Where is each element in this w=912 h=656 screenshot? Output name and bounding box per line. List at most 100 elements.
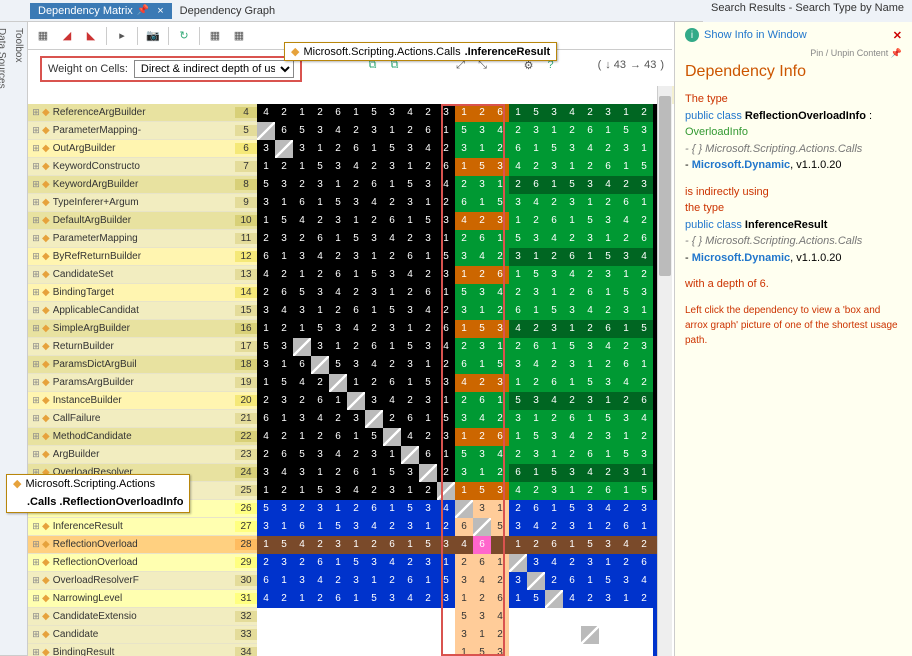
matrix-cell[interactable]: 2 [419,482,437,500]
matrix-cell[interactable]: 1 [311,140,329,158]
matrix-cell[interactable]: 6 [545,212,563,230]
matrix-cell[interactable]: 3 [257,464,275,482]
matrix-cell[interactable]: 1 [509,212,527,230]
matrix-cell[interactable]: 4 [527,518,545,536]
matrix-cell[interactable]: 4 [491,122,509,140]
matrix-cell[interactable]: 2 [617,392,635,410]
matrix-cell[interactable]: 6 [383,536,401,554]
matrix-cell[interactable] [599,608,617,626]
matrix-cell[interactable]: 5 [437,572,455,590]
matrix-cell[interactable] [617,644,635,656]
matrix-cell[interactable]: 3 [491,212,509,230]
matrix-cell[interactable]: 4 [527,194,545,212]
matrix-cell[interactable]: 4 [311,572,329,590]
matrix-cell[interactable]: 1 [545,176,563,194]
matrix-cell[interactable]: 5 [365,104,383,122]
matrix-cell[interactable]: 5 [383,302,401,320]
matrix-cell[interactable]: 3 [437,266,455,284]
matrix-cell[interactable]: 3 [527,284,545,302]
matrix-cell[interactable] [635,626,653,644]
matrix-cell[interactable]: 4 [599,500,617,518]
matrix-cell[interactable]: 2 [527,374,545,392]
matrix-cell[interactable]: 3 [311,122,329,140]
matrix-cell[interactable]: 6 [347,464,365,482]
matrix-cell[interactable]: 1 [437,554,455,572]
matrix-cell[interactable]: 1 [545,284,563,302]
matrix-cell[interactable]: 4 [473,572,491,590]
pin-label[interactable]: Pin / Unpin Content [810,48,888,58]
matrix-cell[interactable]: 2 [473,590,491,608]
expand-icon[interactable]: ⊞ [30,161,42,172]
matrix-row-label[interactable]: ⊞◆MethodCandidate22 [28,428,257,446]
matrix-cell[interactable]: 5 [527,104,545,122]
matrix-cell[interactable]: 4 [455,212,473,230]
matrix-cell[interactable]: 4 [437,176,455,194]
matrix-cell[interactable]: 1 [383,500,401,518]
matrix-cell[interactable]: 4 [563,266,581,284]
matrix-cell[interactable] [365,410,383,428]
matrix-cell[interactable]: 4 [545,554,563,572]
matrix-cell[interactable]: 6 [617,518,635,536]
tb-icon[interactable]: ▦ [230,27,248,45]
matrix-cell[interactable]: 2 [491,140,509,158]
matrix-cell[interactable]: 3 [401,140,419,158]
matrix-cell[interactable]: 6 [635,554,653,572]
matrix-cell[interactable]: 1 [635,356,653,374]
matrix-cell[interactable]: 3 [563,464,581,482]
matrix-cell[interactable]: 2 [563,122,581,140]
matrix-row-label[interactable]: ⊞◆TypeInferer+Argum9 [28,194,257,212]
matrix-cell[interactable]: 1 [473,464,491,482]
matrix-cell[interactable]: 1 [293,590,311,608]
matrix-cell[interactable] [455,500,473,518]
expand-icon[interactable]: ⊞ [30,305,42,316]
matrix-cell[interactable]: 2 [275,266,293,284]
matrix-cell[interactable]: 3 [617,248,635,266]
matrix-cell[interactable]: 2 [329,464,347,482]
matrix-cell[interactable]: 2 [275,158,293,176]
matrix-cell[interactable]: 3 [617,464,635,482]
matrix-cell[interactable] [275,644,293,656]
matrix-cell[interactable]: 6 [581,284,599,302]
show-info-link[interactable]: iShow Info in Window [685,28,807,42]
matrix-cell[interactable]: 1 [275,356,293,374]
matrix-cell[interactable]: 5 [509,392,527,410]
matrix-cell[interactable]: 3 [257,140,275,158]
matrix-cell[interactable]: 1 [617,482,635,500]
matrix-cell[interactable]: 1 [473,356,491,374]
matrix-cell[interactable]: 3 [545,266,563,284]
matrix-cell[interactable]: 2 [365,158,383,176]
matrix-cell[interactable]: 3 [329,482,347,500]
matrix-cell[interactable] [347,608,365,626]
matrix-cell[interactable] [563,626,581,644]
matrix-cell[interactable] [437,482,455,500]
matrix-cell[interactable]: 2 [275,590,293,608]
matrix-cell[interactable]: 1 [581,518,599,536]
matrix-cell[interactable] [563,608,581,626]
matrix-cell[interactable]: 6 [509,302,527,320]
matrix-cell[interactable]: 3 [473,608,491,626]
matrix-cell[interactable] [347,644,365,656]
matrix-cell[interactable]: 5 [311,158,329,176]
matrix-cell[interactable]: 6 [419,446,437,464]
matrix-cell[interactable]: 1 [293,428,311,446]
matrix-cell[interactable]: 3 [527,392,545,410]
expand-icon[interactable]: ⊞ [30,575,42,586]
matrix-cell[interactable]: 4 [383,392,401,410]
matrix-cell[interactable]: 6 [383,212,401,230]
matrix-cell[interactable]: 4 [257,266,275,284]
expand-icon[interactable]: ⊞ [30,431,42,442]
matrix-cell[interactable]: 2 [329,140,347,158]
matrix-cell[interactable]: 1 [347,428,365,446]
matrix-cell[interactable]: 1 [617,158,635,176]
matrix-cell[interactable] [527,572,545,590]
matrix-cell[interactable]: 5 [635,320,653,338]
matrix-cell[interactable]: 3 [509,518,527,536]
matrix-cell[interactable]: 3 [401,464,419,482]
matrix-cell[interactable]: 1 [329,338,347,356]
matrix-row-label[interactable]: ⊞◆ParamsArgBuilder19 [28,374,257,392]
matrix-cell[interactable]: 6 [473,230,491,248]
matrix-cell[interactable]: 1 [617,320,635,338]
matrix-row-label[interactable]: ⊞◆SimpleArgBuilder16 [28,320,257,338]
matrix-cell[interactable]: 1 [563,212,581,230]
matrix-cell[interactable]: 3 [347,194,365,212]
